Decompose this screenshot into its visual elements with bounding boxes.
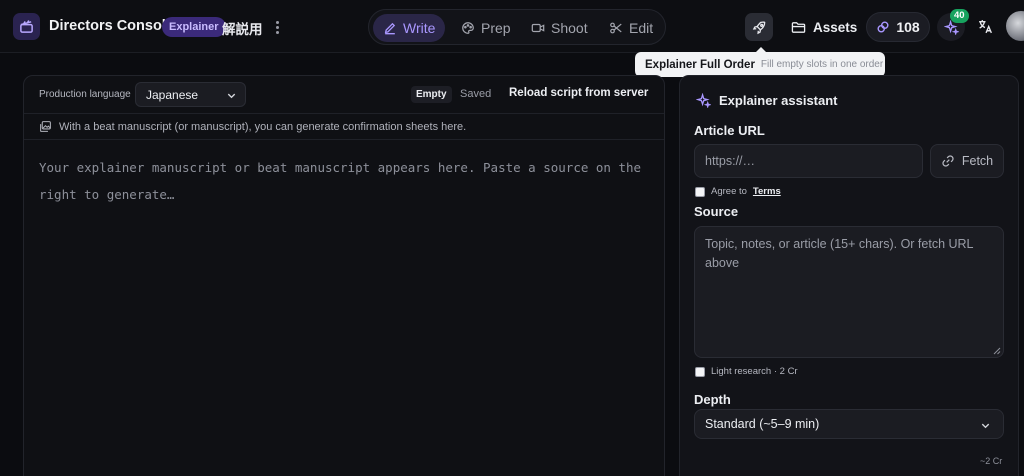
agree-terms-row: Agree to Terms xyxy=(695,186,781,197)
source-textarea[interactable]: Topic, notes, or article (15+ chars). Or… xyxy=(694,226,1004,358)
article-url-input[interactable]: https://… xyxy=(694,144,923,178)
tab-label: Edit xyxy=(629,20,654,36)
production-language-label: Production language xyxy=(39,89,131,100)
light-research-checkbox[interactable] xyxy=(695,366,705,377)
mode-badge: Explainer xyxy=(162,17,226,37)
assets-label: Assets xyxy=(813,19,858,35)
agree-terms-checkbox[interactable] xyxy=(695,186,705,197)
editor-toolbar: Production language Japanese Empty Saved… xyxy=(24,76,664,114)
images-icon xyxy=(40,121,51,132)
script-editor-panel: Production language Japanese Empty Saved… xyxy=(23,75,665,476)
editor-hint-text: With a beat manuscript (or manuscript), … xyxy=(59,120,467,133)
fetch-button[interactable]: Fetch xyxy=(930,144,1004,178)
tab-label: Shoot xyxy=(551,20,588,36)
more-menu-icon[interactable] xyxy=(271,17,283,37)
editor-hint: With a beat manuscript (or manuscript), … xyxy=(24,114,664,140)
tooltip-title: Explainer Full Order xyxy=(645,58,755,71)
depth-select[interactable]: Standard (~5–9 min) xyxy=(694,409,1004,439)
top-bar: Directors Console Explainer 解説用 Write Pr… xyxy=(0,0,1024,53)
assistant-title-text: Explainer assistant xyxy=(719,93,838,108)
explainer-assistant-panel: Explainer assistant Article URL https://… xyxy=(679,75,1019,476)
source-placeholder: Topic, notes, or article (15+ chars). Or… xyxy=(705,237,974,270)
sparkles-icon xyxy=(696,93,711,108)
video-camera-icon xyxy=(531,23,545,33)
source-label: Source xyxy=(694,204,739,219)
fetch-label: Fetch xyxy=(961,154,994,168)
url-placeholder: https://… xyxy=(705,154,756,168)
script-textarea[interactable]: Your explainer manuscript or beat manusc… xyxy=(39,154,651,208)
reload-script-button[interactable]: Reload script from server xyxy=(509,87,648,99)
depth-label: Depth xyxy=(694,392,731,407)
pencil-icon xyxy=(384,22,396,35)
credits-button[interactable]: 108 xyxy=(866,12,930,42)
credits-count: 108 xyxy=(896,19,920,35)
folder-icon xyxy=(791,21,806,33)
status-badge-empty: Empty xyxy=(411,86,452,103)
workflow-tabs: Write Prep Shoot Edit xyxy=(368,9,666,45)
cost-note: ~2 Cr xyxy=(980,456,1003,466)
light-research-row: Light research · 2 Cr xyxy=(695,366,798,377)
chevron-down-icon xyxy=(981,423,990,429)
article-url-label: Article URL xyxy=(694,123,765,138)
rocket-icon xyxy=(752,20,765,34)
tab-shoot[interactable]: Shoot xyxy=(521,14,598,42)
production-language-value: Japanese xyxy=(146,87,199,102)
tooltip-description: Fill empty slots in one order xyxy=(760,59,884,70)
link-icon xyxy=(942,155,954,167)
production-language-select[interactable]: Japanese xyxy=(135,82,246,107)
tab-prep[interactable]: Prep xyxy=(451,14,521,42)
light-research-label: Light research · 2 Cr xyxy=(711,366,798,377)
full-order-tooltip: Explainer Full Order Fill empty slots in… xyxy=(635,52,885,77)
credits-coin-icon xyxy=(877,21,889,33)
full-order-button[interactable] xyxy=(745,13,773,41)
tab-label: Write xyxy=(403,20,436,36)
scissors-icon xyxy=(610,22,622,34)
palette-icon xyxy=(462,22,474,34)
mode-label: 解説用 xyxy=(222,22,263,37)
terms-link[interactable]: Terms xyxy=(753,186,781,197)
clapperboard-logo-icon[interactable] xyxy=(13,13,40,40)
tab-write[interactable]: Write xyxy=(373,14,446,42)
app-title: Directors Console xyxy=(49,18,174,34)
assistant-title: Explainer assistant xyxy=(696,93,838,108)
chevron-down-icon xyxy=(227,93,236,99)
tab-edit[interactable]: Edit xyxy=(599,14,663,42)
assets-button[interactable]: Assets xyxy=(785,13,863,41)
tab-label: Prep xyxy=(481,20,511,36)
save-status: Saved xyxy=(460,88,492,100)
agree-prefix: Agree to xyxy=(711,186,747,197)
user-avatar[interactable] xyxy=(1006,11,1024,41)
depth-value: Standard (~5–9 min) xyxy=(705,417,820,431)
translate-icon[interactable] xyxy=(975,16,995,36)
notification-count-badge: 40 xyxy=(950,9,969,23)
resize-grip-icon[interactable] xyxy=(993,347,1001,355)
